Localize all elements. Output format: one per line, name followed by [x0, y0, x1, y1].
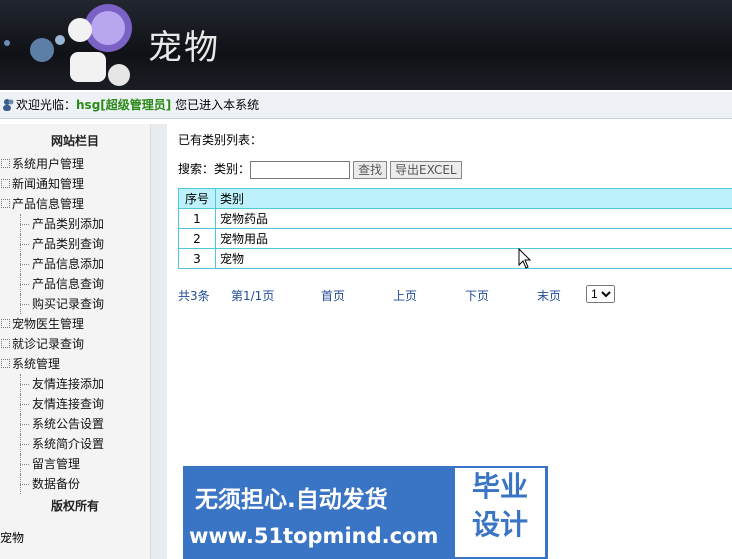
sidebar-item[interactable]: 购买记录查询	[0, 294, 150, 314]
sidebar-heading: 网站栏目	[50, 134, 99, 148]
copyright-label: 版权所有	[50, 499, 99, 513]
table-row[interactable]: 1 宠物药品	[178, 208, 732, 229]
header-banner: 宠物	[0, 0, 732, 90]
banner-url: www.51topmind.com	[189, 524, 439, 548]
page-select[interactable]: 1	[586, 285, 615, 303]
cell-no: 3	[178, 248, 216, 269]
export-excel-button[interactable]: 导出EXCEL	[390, 160, 462, 179]
welcome-suffix: 您已进入本系统	[171, 98, 260, 112]
table-row[interactable]: 3 宠物	[178, 248, 732, 269]
sidebar-menu: 系统用户管理 新闻通知管理 产品信息管理 产品类别添加 产品类别查询 产品信息添加 产品信息…	[0, 154, 150, 494]
sidebar-item[interactable]: 产品类别查询	[0, 234, 150, 254]
sidebar-item[interactable]: 宠物医生管理	[0, 314, 150, 334]
sidebar-item[interactable]: 产品信息查询	[0, 274, 150, 294]
sidebar-item[interactable]: 友情连接查询	[0, 394, 150, 414]
pager-total: 共3条	[178, 289, 210, 303]
cell-no: 1	[178, 208, 216, 229]
cell-category: 宠物药品	[215, 208, 732, 229]
mouse-pointer-icon	[518, 248, 532, 269]
sidebar-splitter[interactable]	[150, 124, 167, 559]
sidebar: 网站栏目 系统用户管理 新闻通知管理 产品信息管理 产品类别添加 产品类别查询 产品信息添…	[0, 124, 150, 559]
last-page-link[interactable]: 末页	[537, 287, 561, 304]
first-page-link[interactable]: 首页	[321, 287, 345, 304]
sidebar-item[interactable]: 产品类别添加	[0, 214, 150, 234]
sidebar-item[interactable]: 产品信息管理	[0, 194, 150, 214]
sidebar-item[interactable]: 系统公告设置	[0, 414, 150, 434]
sidebar-item[interactable]: 新闻通知管理	[0, 174, 150, 194]
search-button[interactable]: 查找	[353, 160, 388, 179]
search-label: 搜索：类别：	[178, 162, 251, 176]
category-table: 序号 类别 1 宠物药品 2 宠物用品 3 宠物	[178, 188, 732, 269]
watermark-banner: 无须担心.自动发货 www.51topmind.com 毕业 设计	[183, 466, 548, 559]
footer-site-name: 宠物	[0, 531, 25, 545]
banner-badge: 毕业 设计	[455, 468, 545, 557]
current-user: hsg[超级管理员]	[76, 98, 172, 112]
sidebar-item[interactable]: 就诊记录查询	[0, 334, 150, 354]
list-title: 已有类别列表：	[178, 133, 263, 147]
cell-no: 2	[178, 228, 216, 249]
column-header-category: 类别	[215, 188, 732, 209]
sidebar-item[interactable]: 留言管理	[0, 454, 150, 474]
next-page-link[interactable]: 下页	[465, 287, 489, 304]
banner-line1: 无须担心.自动发货	[195, 487, 388, 513]
app-title: 宠物	[148, 28, 220, 68]
sidebar-item[interactable]: 系统管理	[0, 354, 150, 374]
search-bar: 搜索：类别： 查找 导出EXCEL	[178, 158, 465, 180]
column-header-no: 序号	[178, 188, 216, 209]
decor-dot	[30, 38, 54, 62]
sidebar-item[interactable]: 产品信息添加	[0, 254, 150, 274]
sidebar-item[interactable]: 数据备份	[0, 474, 150, 494]
cell-category: 宠物用品	[215, 228, 732, 249]
users-icon	[3, 99, 14, 111]
table-row[interactable]: 2 宠物用品	[178, 228, 732, 249]
sidebar-item[interactable]: 系统用户管理	[0, 154, 150, 174]
decor-dot	[4, 40, 10, 46]
welcome-prefix: 欢迎光临：	[16, 98, 77, 112]
table-header-row: 序号 类别	[178, 188, 732, 209]
sidebar-item[interactable]: 友情连接添加	[0, 374, 150, 394]
sidebar-item[interactable]: 系统简介设置	[0, 434, 150, 454]
banner-badge-line2: 设计	[471, 508, 528, 541]
cell-category: 宠物	[215, 248, 732, 269]
prev-page-link[interactable]: 上页	[393, 287, 417, 304]
pager-page-info: 第1/1页	[231, 289, 275, 303]
welcome-bar: 欢迎光临：hsg[超级管理员] 您已进入本系统	[0, 92, 732, 119]
mascot-logo-icon	[68, 4, 132, 82]
category-search-input[interactable]	[250, 160, 351, 179]
banner-badge-line1: 毕业	[471, 470, 528, 503]
